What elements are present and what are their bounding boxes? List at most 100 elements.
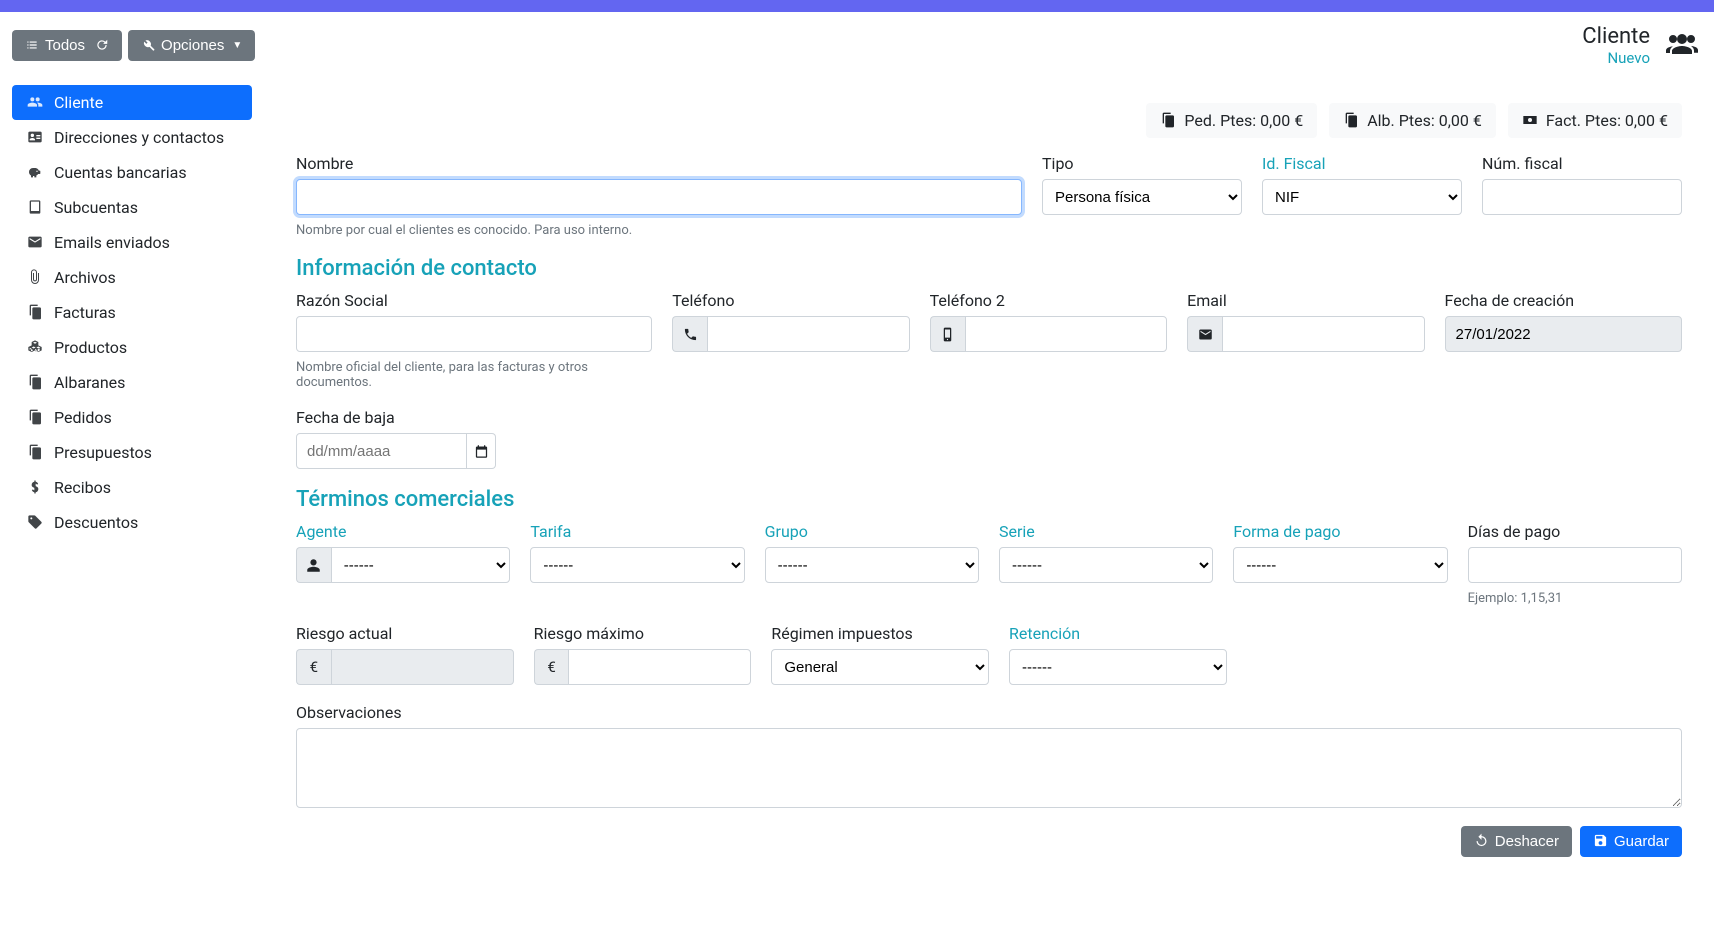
copy-icon bbox=[1343, 111, 1359, 130]
euro-addon: € bbox=[296, 649, 331, 685]
sidebar-item-cliente[interactable]: Cliente bbox=[12, 85, 252, 120]
fecha-baja-label: Fecha de baja bbox=[296, 408, 496, 427]
agente-label[interactable]: Agente bbox=[296, 522, 510, 541]
telefono2-input[interactable] bbox=[965, 316, 1167, 352]
nombre-input[interactable] bbox=[296, 179, 1022, 215]
retencion-select[interactable]: ------ bbox=[1009, 649, 1227, 685]
sidebar-item-label: Presupuestos bbox=[54, 443, 152, 462]
stat-fact[interactable]: Fact. Ptes: 0,00 € bbox=[1508, 103, 1682, 138]
sidebar-item-emails[interactable]: Emails enviados bbox=[12, 225, 252, 260]
sidebar: Cliente Direcciones y contactos Cuentas … bbox=[12, 85, 252, 540]
stat-alb-label: Alb. Ptes: 0,00 € bbox=[1367, 111, 1482, 130]
tipo-select[interactable]: Persona física bbox=[1042, 179, 1242, 215]
user-icon bbox=[296, 547, 331, 583]
sidebar-item-facturas[interactable]: Facturas bbox=[12, 295, 252, 330]
field-riesgo-actual: Riesgo actual € bbox=[296, 624, 514, 685]
fecha-creacion-label: Fecha de creación bbox=[1445, 291, 1682, 310]
opciones-button[interactable]: Opciones ▼ bbox=[128, 30, 255, 61]
sidebar-item-archivos[interactable]: Archivos bbox=[12, 260, 252, 295]
field-fecha-baja: Fecha de baja bbox=[296, 408, 496, 469]
numfiscal-input[interactable] bbox=[1482, 179, 1682, 215]
sidebar-item-label: Cuentas bancarias bbox=[54, 163, 187, 182]
tarifa-select[interactable]: ------ bbox=[530, 547, 744, 583]
sidebar-item-productos[interactable]: Productos bbox=[12, 330, 252, 365]
field-retencion: Retención ------ bbox=[1009, 624, 1227, 685]
agente-select[interactable]: ------ bbox=[331, 547, 511, 583]
envelope-icon bbox=[1187, 316, 1222, 352]
field-dias-pago: Días de pago Ejemplo: 1,15,31 bbox=[1468, 522, 1682, 606]
field-agente: Agente ------ bbox=[296, 522, 510, 583]
observaciones-textarea[interactable] bbox=[296, 728, 1682, 808]
sidebar-item-pedidos[interactable]: Pedidos bbox=[12, 400, 252, 435]
copy-icon bbox=[26, 303, 44, 322]
guardar-button[interactable]: Guardar bbox=[1580, 826, 1682, 857]
nombre-label: Nombre bbox=[296, 154, 1022, 173]
fecha-baja-input[interactable] bbox=[296, 433, 467, 469]
todos-button[interactable]: Todos bbox=[12, 30, 122, 61]
field-regimen: Régimen impuestos General bbox=[771, 624, 989, 685]
sidebar-item-cuentas[interactable]: Cuentas bancarias bbox=[12, 155, 252, 190]
app-top-bar bbox=[0, 0, 1714, 12]
field-tarifa: Tarifa ------ bbox=[530, 522, 744, 583]
field-idfiscal: Id. Fiscal NIF bbox=[1262, 154, 1462, 215]
stat-alb[interactable]: Alb. Ptes: 0,00 € bbox=[1329, 103, 1496, 138]
grupo-select[interactable]: ------ bbox=[765, 547, 979, 583]
stat-row: Ped. Ptes: 0,00 € Alb. Ptes: 0,00 € Fact… bbox=[296, 103, 1682, 138]
sidebar-item-label: Archivos bbox=[54, 268, 116, 287]
stat-fact-label: Fact. Ptes: 0,00 € bbox=[1546, 111, 1668, 130]
sidebar-item-label: Recibos bbox=[54, 478, 111, 497]
sidebar-item-label: Cliente bbox=[54, 93, 103, 112]
grupo-label[interactable]: Grupo bbox=[765, 522, 979, 541]
sidebar-item-recibos[interactable]: Recibos bbox=[12, 470, 252, 505]
telefono-input[interactable] bbox=[707, 316, 909, 352]
telefono2-label: Teléfono 2 bbox=[930, 291, 1167, 310]
field-nombre: Nombre Nombre por cual el clientes es co… bbox=[296, 154, 1022, 238]
deshacer-button-label: Deshacer bbox=[1495, 833, 1559, 850]
tags-icon bbox=[26, 513, 44, 532]
row-nombre: Nombre Nombre por cual el clientes es co… bbox=[296, 154, 1682, 238]
forma-pago-label[interactable]: Forma de pago bbox=[1233, 522, 1447, 541]
copy-icon bbox=[26, 443, 44, 462]
tarifa-label[interactable]: Tarifa bbox=[530, 522, 744, 541]
sidebar-item-label: Pedidos bbox=[54, 408, 112, 427]
main-panel: Ped. Ptes: 0,00 € Alb. Ptes: 0,00 € Fact… bbox=[276, 85, 1702, 877]
field-telefono: Teléfono bbox=[672, 291, 909, 352]
euro-addon: € bbox=[534, 649, 569, 685]
header-left: Todos Opciones ▼ bbox=[12, 30, 255, 61]
serie-select[interactable]: ------ bbox=[999, 547, 1213, 583]
email-input[interactable] bbox=[1222, 316, 1424, 352]
idfiscal-select[interactable]: NIF bbox=[1262, 179, 1462, 215]
sidebar-item-subcuentas[interactable]: Subcuentas bbox=[12, 190, 252, 225]
riesgo-actual-label: Riesgo actual bbox=[296, 624, 514, 643]
field-numfiscal: Núm. fiscal bbox=[1482, 154, 1682, 215]
field-forma-pago: Forma de pago ------ bbox=[1233, 522, 1447, 583]
riesgo-actual-input bbox=[331, 649, 514, 685]
sidebar-item-direcciones[interactable]: Direcciones y contactos bbox=[12, 120, 252, 155]
sidebar-item-presupuestos[interactable]: Presupuestos bbox=[12, 435, 252, 470]
sidebar-item-descuentos[interactable]: Descuentos bbox=[12, 505, 252, 540]
row-terminos1: Agente ------ Tarifa ------ Grupo ------… bbox=[296, 522, 1682, 606]
field-email: Email bbox=[1187, 291, 1424, 352]
money-icon bbox=[1522, 111, 1538, 130]
razon-label: Razón Social bbox=[296, 291, 652, 310]
dias-pago-input[interactable] bbox=[1468, 547, 1682, 583]
paperclip-icon bbox=[26, 268, 44, 287]
riesgo-max-input[interactable] bbox=[568, 649, 751, 685]
stat-ped[interactable]: Ped. Ptes: 0,00 € bbox=[1146, 103, 1317, 138]
deshacer-button[interactable]: Deshacer bbox=[1461, 826, 1572, 857]
serie-label[interactable]: Serie bbox=[999, 522, 1213, 541]
refresh-icon bbox=[95, 38, 109, 54]
idfiscal-label[interactable]: Id. Fiscal bbox=[1262, 154, 1462, 173]
razon-help: Nombre oficial del cliente, para las fac… bbox=[296, 360, 652, 390]
field-fecha-creacion: Fecha de creación bbox=[1445, 291, 1682, 352]
page-subtitle: Nuevo bbox=[1582, 49, 1650, 67]
footer-actions: Deshacer Guardar bbox=[296, 826, 1682, 857]
calendar-icon[interactable] bbox=[467, 433, 496, 469]
regimen-select[interactable]: General bbox=[771, 649, 989, 685]
users-icon bbox=[26, 93, 44, 112]
save-icon bbox=[1593, 833, 1608, 850]
razon-input[interactable] bbox=[296, 316, 652, 352]
forma-pago-select[interactable]: ------ bbox=[1233, 547, 1447, 583]
sidebar-item-albaranes[interactable]: Albaranes bbox=[12, 365, 252, 400]
retencion-label[interactable]: Retención bbox=[1009, 624, 1227, 643]
